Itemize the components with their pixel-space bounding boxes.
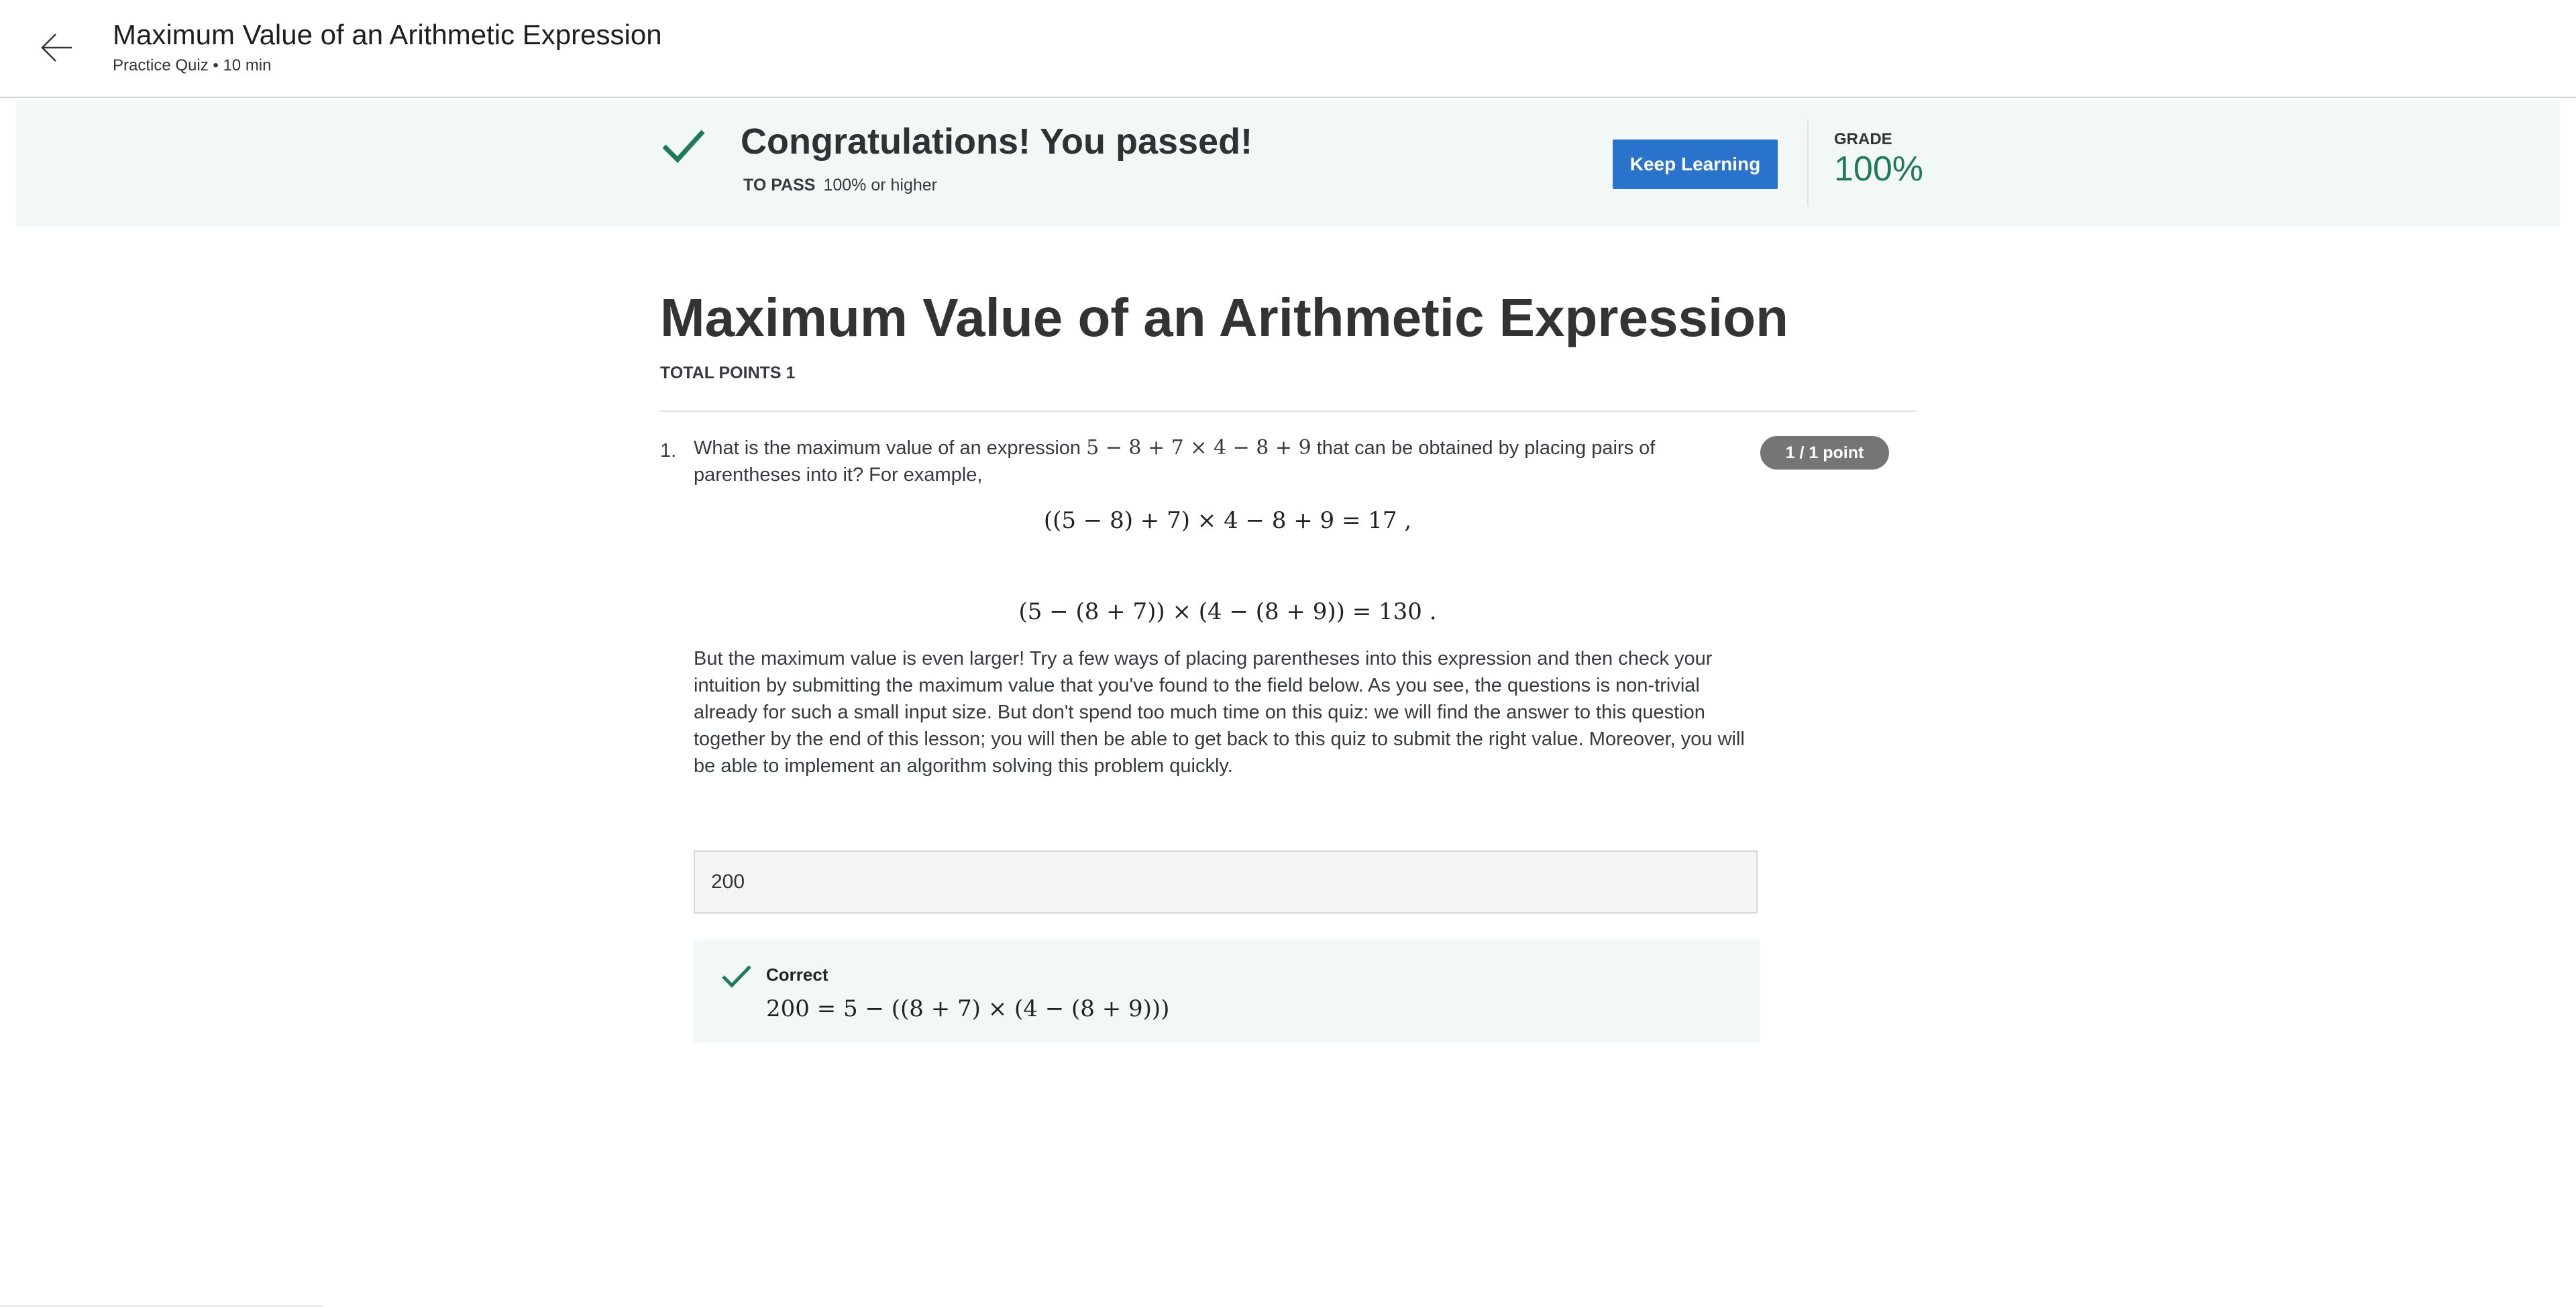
- arrow-left-icon: [41, 34, 72, 62]
- question-number: 1.: [660, 440, 677, 461]
- keep-learning-button[interactable]: Keep Learning: [1613, 140, 1778, 189]
- to-pass-label: TO PASS: [743, 176, 816, 195]
- question-text-before: What is the maximum value of an expressi…: [694, 437, 1087, 459]
- question-prompt: What is the maximum value of an expressi…: [694, 435, 1747, 488]
- header-title: Maximum Value of an Arithmetic Expressio…: [113, 19, 662, 50]
- header-subtitle: Practice Quiz • 10 min: [113, 56, 272, 74]
- correct-check-icon: [722, 965, 751, 988]
- quiz-title: Maximum Value of an Arithmetic Expressio…: [660, 288, 1788, 347]
- points-badge: 1 / 1 point: [1760, 436, 1889, 470]
- passed-headline: Congratulations! You passed!: [741, 121, 1253, 162]
- checkmark-icon: [662, 129, 705, 164]
- top-bar: Maximum Value of an Arithmetic Expressio…: [0, 0, 2576, 98]
- feedback-box: Correct 200 = 5 − ((8 + 7) × (4 − (8 + 9…: [694, 940, 1760, 1042]
- total-points: TOTAL POINTS 1: [660, 364, 796, 382]
- to-pass-value: 100% or higher: [823, 176, 937, 195]
- question-paragraph: But the maximum value is even larger! Tr…: [694, 648, 1745, 777]
- feedback-explanation: 200 = 5 − ((8 + 7) × (4 − (8 + 9))): [766, 995, 1170, 1022]
- banner-divider: [1807, 119, 1809, 207]
- grade-label: GRADE: [1834, 130, 1892, 148]
- result-banner: Congratulations! You passed! TO PASS 100%…: [16, 101, 2560, 227]
- answer-input[interactable]: [694, 851, 1758, 914]
- question-expression: 5 − 8 + 7 × 4 − 8 + 9: [1086, 436, 1311, 459]
- feedback-label: Correct: [766, 965, 828, 985]
- example-equation-2: (5 − (8 + 7)) × (4 − (8 + 9)) = 130 .: [1018, 598, 1437, 625]
- divider: [660, 411, 1916, 412]
- footer-divider: [0, 1305, 322, 1307]
- example-equation-1: ((5 − 8) + 7) × 4 − 8 + 9 = 17 ,: [1043, 507, 1412, 534]
- to-pass-requirement: TO PASS 100% or higher: [743, 176, 937, 195]
- grade-value: 100%: [1834, 150, 1923, 188]
- back-button[interactable]: [34, 24, 80, 71]
